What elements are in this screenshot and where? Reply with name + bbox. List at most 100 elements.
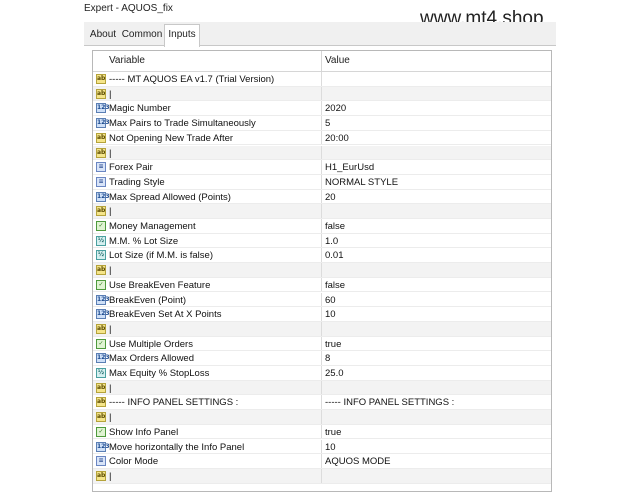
table-row[interactable]: 123 BreakEven (Point) 60 bbox=[93, 292, 551, 308]
table-row[interactable]: ½ M.M. % Lot Size 1.0 bbox=[93, 233, 551, 249]
variable-name: Max Spread Allowed (Points) bbox=[109, 191, 231, 203]
table-row[interactable]: ab | bbox=[93, 263, 551, 278]
variable-name: Forex Pair bbox=[109, 162, 153, 174]
table-row[interactable]: ab | bbox=[93, 410, 551, 425]
table-row[interactable]: ½ Lot Size (if M.M. is false) 0.01 bbox=[93, 248, 551, 264]
table-row[interactable]: 123 Max Spread Allowed (Points) 20 bbox=[93, 189, 551, 205]
table-row[interactable]: ½ Max Equity % StopLoss 25.0 bbox=[93, 366, 551, 381]
variable-name: M.M. % Lot Size bbox=[109, 235, 179, 247]
ab-type-icon: ab bbox=[96, 470, 106, 481]
table-row[interactable]: ab Not Opening New Trade After 20:00 bbox=[93, 130, 551, 146]
variable-name: | bbox=[109, 412, 112, 424]
inputs-panel: Variable Value ab ----- MT AQUOS EA v1.7 … bbox=[84, 45, 556, 492]
tab-bar: About Common Inputs bbox=[84, 22, 556, 47]
table-row[interactable]: 123 Max Orders Allowed 8 bbox=[93, 351, 551, 366]
variable-value[interactable]: true bbox=[325, 427, 341, 438]
dbl-type-icon: ½ bbox=[96, 250, 106, 261]
tab-inputs[interactable]: Inputs bbox=[164, 24, 200, 47]
header-divider[interactable] bbox=[321, 51, 322, 71]
column-divider bbox=[321, 248, 322, 264]
table-row[interactable]: ab ----- MT AQUOS EA v1.7 (Trial Version) bbox=[93, 72, 551, 87]
table-row[interactable]: ≡ Trading Style NORMAL STYLE bbox=[93, 174, 551, 190]
variable-name: | bbox=[109, 265, 112, 277]
enm-type-icon: ≡ bbox=[96, 162, 106, 173]
ab-type-icon: ab bbox=[96, 206, 106, 217]
column-divider bbox=[321, 145, 322, 161]
variable-name: | bbox=[109, 88, 112, 100]
table-row[interactable]: ✓ Show Info Panel true bbox=[93, 424, 551, 440]
header-value[interactable]: Value bbox=[325, 55, 350, 66]
variable-value[interactable]: true bbox=[325, 339, 341, 350]
variable-name: Move horizontally the Info Panel bbox=[109, 441, 245, 453]
variable-value[interactable]: false bbox=[325, 280, 345, 291]
column-divider bbox=[321, 72, 322, 87]
variable-name: Max Pairs to Trade Simultaneously bbox=[109, 118, 256, 130]
bool-type-icon: ✓ bbox=[96, 338, 106, 349]
variable-value[interactable]: ----- INFO PANEL SETTINGS : bbox=[325, 397, 454, 408]
table-row[interactable]: 123 BreakEven Set At X Points 10 bbox=[93, 307, 551, 322]
variable-value[interactable]: NORMAL STYLE bbox=[325, 177, 398, 188]
column-divider bbox=[321, 233, 322, 249]
variable-value[interactable]: 5 bbox=[325, 118, 330, 129]
variable-name: ----- INFO PANEL SETTINGS : bbox=[109, 397, 239, 409]
column-divider bbox=[321, 321, 322, 337]
tab-about[interactable]: About bbox=[86, 26, 120, 45]
table-row[interactable]: 123 Max Pairs to Trade Simultaneously 5 bbox=[93, 116, 551, 131]
variable-value[interactable]: 8 bbox=[325, 353, 330, 364]
column-divider bbox=[321, 277, 322, 293]
table-row[interactable]: ✓ Use BreakEven Feature false bbox=[93, 277, 551, 293]
table-row[interactable]: ab | bbox=[93, 321, 551, 337]
variable-name: Max Orders Allowed bbox=[109, 353, 195, 365]
column-divider bbox=[321, 380, 322, 396]
tab-common[interactable]: Common bbox=[120, 26, 164, 45]
variable-name: Use BreakEven Feature bbox=[109, 279, 211, 291]
table-row[interactable]: 123 Move horizontally the Info Panel 10 bbox=[93, 439, 551, 455]
table-row[interactable]: 123 Magic Number 2020 bbox=[93, 101, 551, 117]
expert-properties-dialog: About Common Inputs Variable Value ab ---… bbox=[84, 22, 556, 492]
num-type-icon: 123 bbox=[96, 441, 110, 452]
column-divider bbox=[321, 86, 322, 102]
table-row[interactable]: ab | bbox=[93, 86, 551, 102]
header-variable[interactable]: Variable bbox=[109, 55, 145, 66]
table-row[interactable]: ab ----- INFO PANEL SETTINGS : ----- INFO … bbox=[93, 395, 551, 411]
table-row[interactable]: ✓ Use Multiple Orders true bbox=[93, 336, 551, 352]
variable-value[interactable]: 10 bbox=[325, 309, 336, 320]
variable-value[interactable]: AQUOS MODE bbox=[325, 456, 390, 467]
column-divider bbox=[321, 351, 322, 366]
variable-value[interactable]: 2020 bbox=[325, 103, 346, 114]
table-row[interactable]: ab | bbox=[93, 468, 551, 484]
variable-value[interactable]: 0.01 bbox=[325, 250, 344, 261]
variable-value[interactable]: false bbox=[325, 221, 345, 232]
column-divider bbox=[321, 174, 322, 190]
variable-value[interactable]: 20:00 bbox=[325, 133, 349, 144]
variable-name: | bbox=[109, 470, 112, 482]
table-row[interactable]: ≡ Forex Pair H1_EurUsd bbox=[93, 160, 551, 175]
column-divider bbox=[321, 307, 322, 322]
column-divider bbox=[321, 454, 322, 469]
column-divider bbox=[321, 189, 322, 205]
table-row[interactable]: ≡ Color Mode AQUOS MODE bbox=[93, 454, 551, 469]
variable-value[interactable]: 25.0 bbox=[325, 368, 344, 379]
table-row[interactable]: ab | bbox=[93, 204, 551, 219]
dbl-type-icon: ½ bbox=[96, 235, 106, 246]
num-type-icon: 123 bbox=[96, 353, 110, 364]
dbl-type-icon: ½ bbox=[96, 368, 106, 378]
variable-value[interactable]: 1.0 bbox=[325, 236, 338, 247]
variable-name: BreakEven Set At X Points bbox=[109, 309, 222, 321]
variable-value[interactable]: 10 bbox=[325, 442, 336, 453]
table-row[interactable]: ✓ Money Management false bbox=[93, 219, 551, 234]
table-row[interactable]: ab | bbox=[93, 380, 551, 396]
variable-value[interactable]: 20 bbox=[325, 192, 336, 203]
num-type-icon: 123 bbox=[96, 294, 110, 305]
ab-type-icon: ab bbox=[96, 74, 106, 84]
variable-name: Use Multiple Orders bbox=[109, 338, 193, 350]
column-divider bbox=[321, 439, 322, 455]
num-type-icon: 123 bbox=[96, 103, 110, 114]
num-type-icon: 123 bbox=[96, 309, 110, 320]
variable-name: Lot Size (if M.M. is false) bbox=[109, 250, 213, 262]
num-type-icon: 123 bbox=[96, 118, 110, 129]
ab-type-icon: ab bbox=[96, 265, 106, 276]
table-row[interactable]: ab | bbox=[93, 145, 551, 161]
variable-value[interactable]: 60 bbox=[325, 295, 336, 306]
variable-value[interactable]: H1_EurUsd bbox=[325, 162, 374, 173]
